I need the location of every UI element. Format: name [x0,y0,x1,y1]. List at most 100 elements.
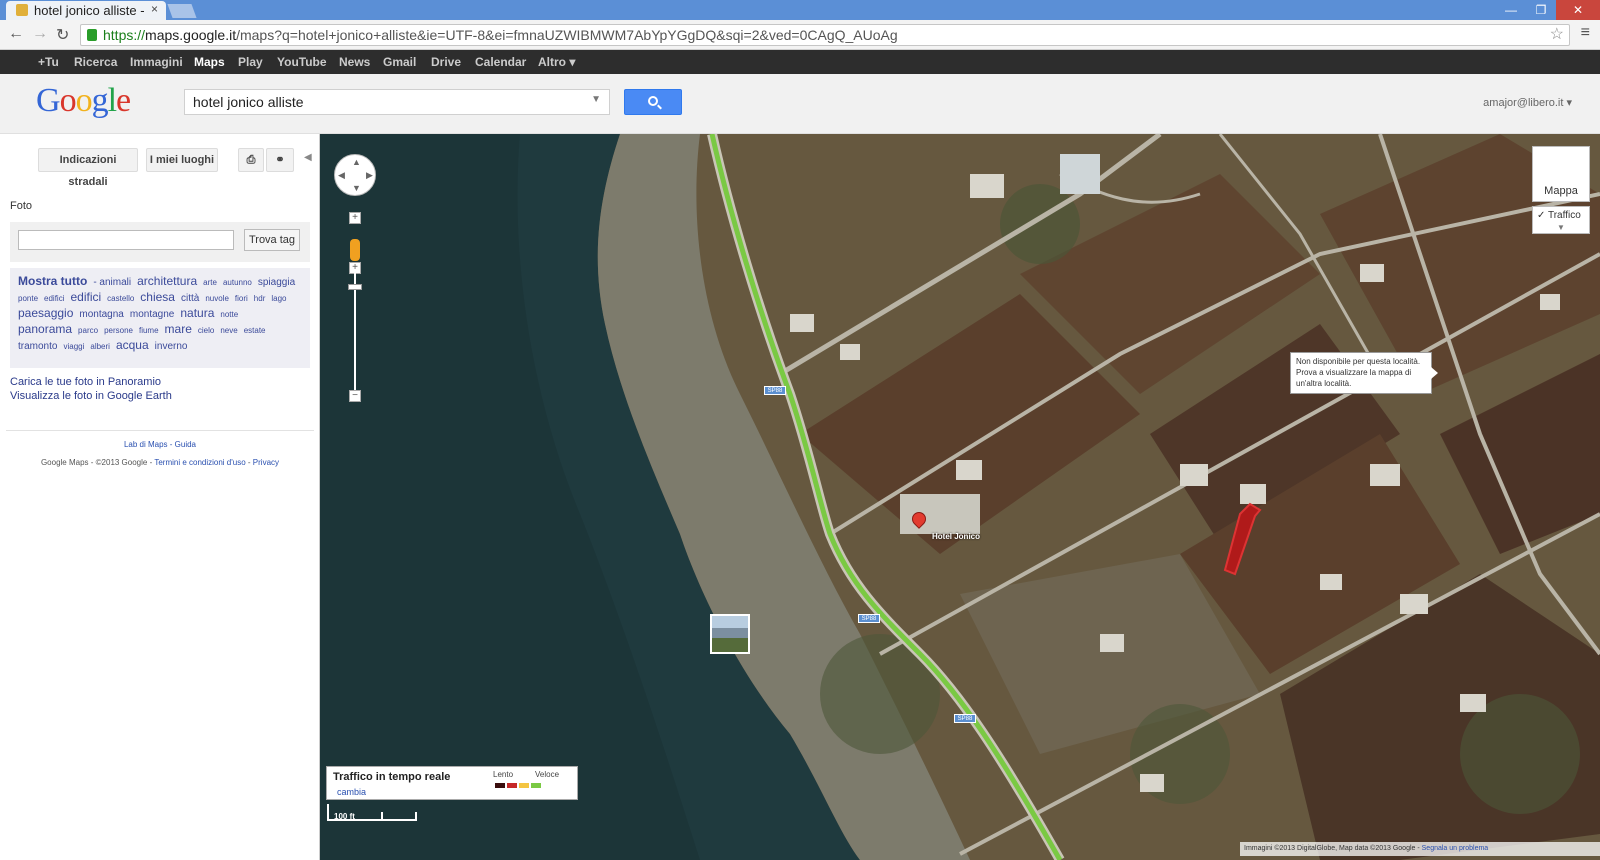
panoramio-link[interactable]: Carica le tue foto in Panoramio [10,376,161,388]
zoom-out-icon[interactable]: − [349,390,361,402]
traffic-toggle[interactable]: ✓ Traffico ▼ [1532,206,1590,234]
photo-tag[interactable]: - animali [93,276,131,290]
window-close-icon[interactable]: ✕ [1556,0,1600,20]
pan-up-icon[interactable]: ▲ [352,157,361,167]
lock-icon [87,29,97,41]
panel-footer: Google Maps - ©2013 Google - Termini e c… [0,458,320,467]
photo-tag[interactable]: fiume [139,324,159,338]
photo-tag[interactable]: natura [180,306,214,320]
new-tab-button[interactable] [167,4,197,18]
google-bar-item[interactable]: Immagini [130,55,183,69]
search-dropdown-icon[interactable]: ▼ [591,94,601,105]
footer-copyright: Google Maps - ©2013 Google - [40,458,155,467]
photo-tag[interactable]: inverno [155,340,188,354]
google-earth-link[interactable]: Visualizza le foto in Google Earth [10,390,172,402]
photo-tag[interactable]: cielo [198,324,214,338]
directions-button[interactable]: Indicazioni stradali [38,148,138,188]
photo-tag[interactable]: viaggi [63,340,84,354]
photo-tag[interactable]: tramonto [18,340,57,354]
photo-tag[interactable]: paesaggio [18,306,73,320]
address-bar[interactable]: https://maps.google.it/maps?q=hotel+joni… [80,24,1570,46]
find-tag-button[interactable]: Trova tag [244,229,300,251]
pan-right-icon[interactable]: ▶ [366,170,373,181]
zoom-in-top-icon[interactable]: + [349,212,361,224]
photo-tag[interactable]: ponte [18,292,38,306]
photo-tag[interactable]: fiori [235,292,248,306]
satellite-map[interactable]: ▲ ▼ ◀ ▶ + + − Mappa ✓ Traffico ▼ Non dis… [320,134,1600,860]
photo-tag[interactable]: Mostra tutto [18,274,87,288]
map-type-button[interactable]: Mappa [1532,146,1590,202]
bookmark-star-icon[interactable]: ☆ [1550,24,1564,44]
photo-tag[interactable]: mare [165,322,192,336]
pan-down-icon[interactable]: ▼ [352,183,361,193]
photo-tag[interactable]: edifici [44,292,64,306]
search-input[interactable]: hotel jonico alliste ▼ [184,89,610,115]
pegman-icon[interactable] [350,239,360,261]
photo-tag[interactable]: alberi [90,340,110,354]
pan-left-icon[interactable]: ◀ [338,170,345,181]
reload-icon[interactable]: ↻ [56,25,69,45]
collapse-panel-icon[interactable]: ◀ [304,152,312,163]
google-bar-item[interactable]: News [339,55,370,69]
google-logo[interactable]: Google [36,82,131,120]
hotel-label[interactable]: Hotel Jonico [932,532,980,541]
photo-tag[interactable]: arte [203,276,217,290]
panoramio-photo-thumbnail[interactable] [710,614,750,654]
google-bar-item[interactable]: YouTube [277,55,327,69]
attribution-text: Immagini ©2013 DigitalGlobe, Map data ©2… [1244,845,1422,852]
photo-tag[interactable]: montagne [130,308,174,322]
traffic-toggle-label: ✓ Traffico [1537,210,1581,221]
photo-tag[interactable]: neve [220,324,237,338]
restore-icon[interactable]: ❐ [1526,0,1556,20]
minimize-icon[interactable]: — [1496,0,1526,20]
labs-guide-links[interactable]: Lab di Maps - Guida [0,440,320,449]
terms-link[interactable]: Termini e condizioni d'uso [154,458,245,467]
photo-tag[interactable]: panorama [18,322,72,336]
photo-tag[interactable]: montagna [79,308,123,322]
google-bar-item[interactable]: +Tu [38,55,59,69]
print-icon[interactable]: ⎙ [238,148,264,172]
google-bar-item[interactable]: Altro ▾ [538,55,575,69]
photo-tag[interactable]: castello [107,292,134,306]
back-icon[interactable]: ← [8,25,24,43]
zoom-slider-thumb[interactable] [348,284,362,290]
satellite-imagery [320,134,1600,860]
photo-tag[interactable]: parco [78,324,98,338]
photo-tag[interactable]: autunno [223,276,252,290]
google-bar-item[interactable]: Maps [194,55,225,69]
google-bar-item[interactable]: Gmail [383,55,416,69]
forward-icon[interactable]: → [32,25,48,43]
photo-tag[interactable]: edifici [70,290,101,304]
browser-tab[interactable]: hotel jonico alliste - × [6,1,166,20]
road-badge: SP88 [858,614,880,623]
chrome-menu-icon[interactable]: ≡ [1581,24,1590,42]
photo-tag[interactable]: lago [271,292,286,306]
photo-tag[interactable]: nuvole [205,292,229,306]
chevron-down-icon[interactable]: ▼ [1557,223,1565,232]
search-button[interactable] [624,89,682,115]
photo-tag[interactable]: estate [244,324,266,338]
photo-tag[interactable]: architettura [137,274,197,288]
photo-tag[interactable]: persone [104,324,133,338]
pan-control[interactable]: ▲ ▼ ◀ ▶ [334,154,376,196]
scale-bar: 100 ft [326,802,418,822]
tab-close-icon[interactable]: × [151,2,158,16]
account-menu[interactable]: amajor@libero.it ▾ [1483,96,1572,109]
photo-tag[interactable]: hdr [254,292,266,306]
photo-tag[interactable]: spiaggia [258,276,295,290]
my-places-button[interactable]: I miei luoghi [146,148,218,172]
google-bar-item[interactable]: Play [238,55,263,69]
privacy-link[interactable]: Privacy [253,458,279,467]
traffic-change-link[interactable]: cambia [337,787,366,797]
url-path: /maps?q=hotel+jonico+alliste&ie=UTF-8&ei… [236,27,898,43]
google-bar-item[interactable]: Calendar [475,55,526,69]
photo-tag[interactable]: notte [220,308,238,322]
tag-search-input[interactable] [18,230,234,250]
report-problem-link[interactable]: Segnala un problema [1422,845,1489,852]
google-bar-item[interactable]: Drive [431,55,461,69]
photo-tag[interactable]: acqua [116,338,149,352]
photo-tag[interactable]: città [181,292,199,306]
link-icon[interactable]: ⚭ [266,148,294,172]
photo-tag[interactable]: chiesa [140,290,175,304]
google-bar-item[interactable]: Ricerca [74,55,117,69]
